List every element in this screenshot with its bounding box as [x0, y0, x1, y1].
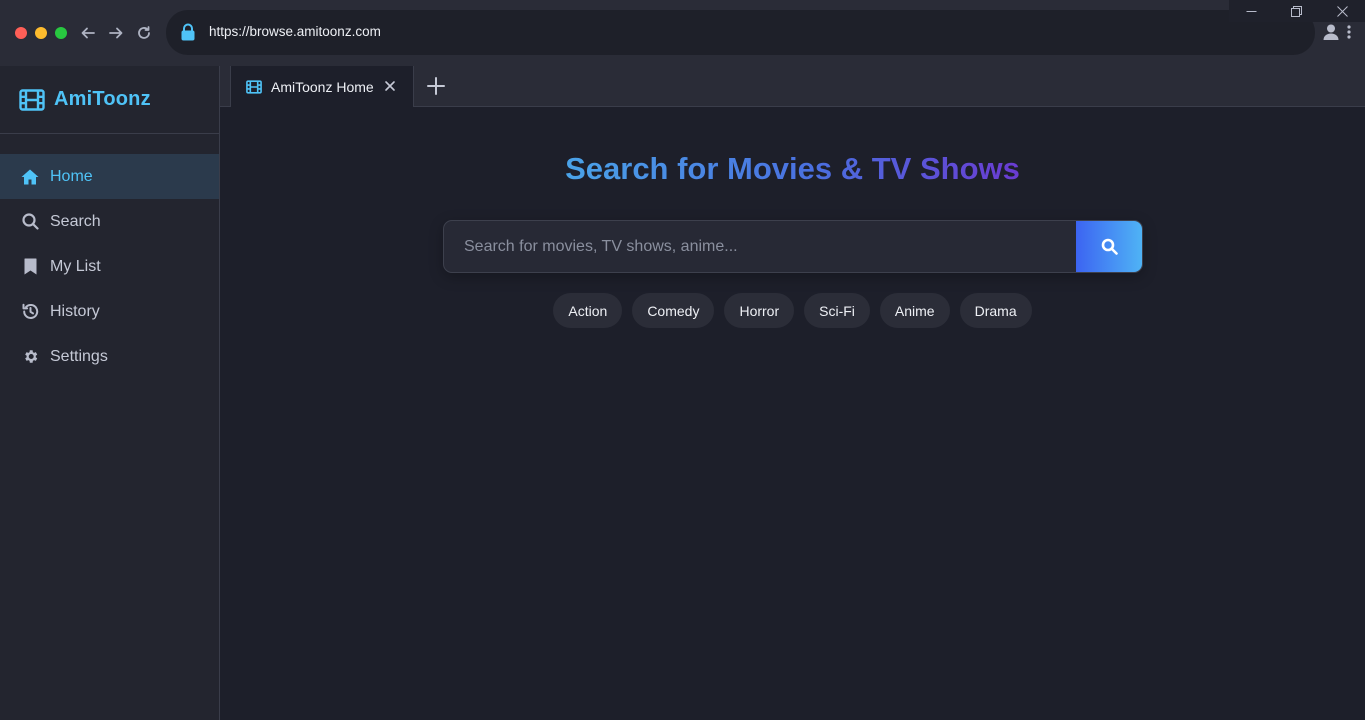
genre-chip-sci-fi[interactable]: Sci-Fi — [804, 293, 870, 328]
restore-button[interactable] — [1287, 2, 1305, 20]
sidebar-item-my-list[interactable]: My List — [0, 244, 219, 289]
genre-chip-drama[interactable]: Drama — [959, 293, 1032, 328]
tab-amitoonz-home[interactable]: AmiToonz Home — [230, 66, 414, 107]
page-title-text: Search for Movies & TV Shows — [565, 151, 1020, 186]
window-zoom-dot[interactable] — [55, 27, 67, 39]
brand[interactable]: AmiToonz — [0, 66, 219, 134]
sidebar-item-label: Search — [50, 212, 101, 230]
sidebar-item-label: My List — [50, 257, 101, 275]
profile-icon[interactable] — [1322, 23, 1340, 41]
tab-title: AmiToonz Home — [271, 78, 374, 95]
sidebar: AmiToonz Home Search My List History Set… — [0, 66, 220, 720]
search-button[interactable] — [1076, 221, 1142, 272]
reload-button[interactable] — [134, 22, 154, 44]
home-icon — [21, 168, 39, 186]
restore-icon — [1290, 5, 1302, 17]
sidebar-item-history[interactable]: History — [0, 289, 219, 334]
sidebar-item-settings[interactable]: Settings — [0, 334, 219, 379]
sidebar-item-label: History — [50, 302, 100, 320]
search-icon — [21, 213, 39, 231]
minimize-button[interactable] — [1242, 2, 1260, 20]
sidebar-item-home[interactable]: Home — [0, 154, 219, 199]
forward-button[interactable] — [106, 22, 126, 44]
back-button[interactable] — [78, 22, 98, 44]
url-text[interactable]: https://browse.amitoonz.com — [209, 24, 381, 39]
film-icon — [19, 88, 45, 111]
brand-name: AmiToonz — [54, 88, 151, 110]
tab-strip: AmiToonz Home — [220, 66, 1365, 107]
sidebar-item-label: Settings — [50, 347, 108, 365]
bookmark-icon — [21, 258, 39, 276]
lock-icon — [181, 23, 195, 41]
search-box — [443, 220, 1143, 273]
search-icon — [1101, 238, 1118, 255]
history-icon — [21, 303, 39, 321]
genre-chip-action[interactable]: Action — [553, 293, 623, 328]
close-icon — [1336, 5, 1348, 17]
genre-chip-comedy[interactable]: Comedy — [632, 293, 715, 328]
minimize-icon — [1246, 10, 1256, 12]
window-minimize-dot[interactable] — [35, 27, 47, 39]
address-bar[interactable]: https://browse.amitoonz.com — [166, 10, 1315, 55]
main-content: Search for Movies & TV Shows Action Come… — [220, 107, 1365, 720]
sidebar-menu: Home Search My List History Settings — [0, 154, 219, 379]
genre-chip-horror[interactable]: Horror — [724, 293, 795, 328]
window-controls — [1229, 0, 1365, 22]
browser-titlebar: https://browse.amitoonz.com — [0, 0, 1365, 66]
film-icon — [246, 79, 262, 94]
search-input[interactable] — [444, 221, 1077, 272]
sidebar-item-label: Home — [50, 167, 93, 185]
arrow-left-icon — [81, 27, 95, 39]
genre-chip-anime[interactable]: Anime — [879, 293, 950, 328]
sidebar-item-search[interactable]: Search — [0, 199, 219, 244]
genre-chips: Action Comedy Horror Sci-Fi Anime Drama — [220, 293, 1365, 328]
menu-dots-icon[interactable] — [1345, 24, 1353, 40]
arrow-right-icon — [109, 27, 123, 39]
reload-icon — [138, 26, 150, 39]
gear-icon — [21, 348, 39, 366]
new-tab-icon[interactable] — [426, 76, 446, 96]
close-tab-icon[interactable] — [383, 79, 397, 93]
close-window-button[interactable] — [1333, 2, 1351, 20]
window-close-dot[interactable] — [15, 27, 27, 39]
page-title: Search for Movies & TV Shows — [220, 151, 1365, 187]
